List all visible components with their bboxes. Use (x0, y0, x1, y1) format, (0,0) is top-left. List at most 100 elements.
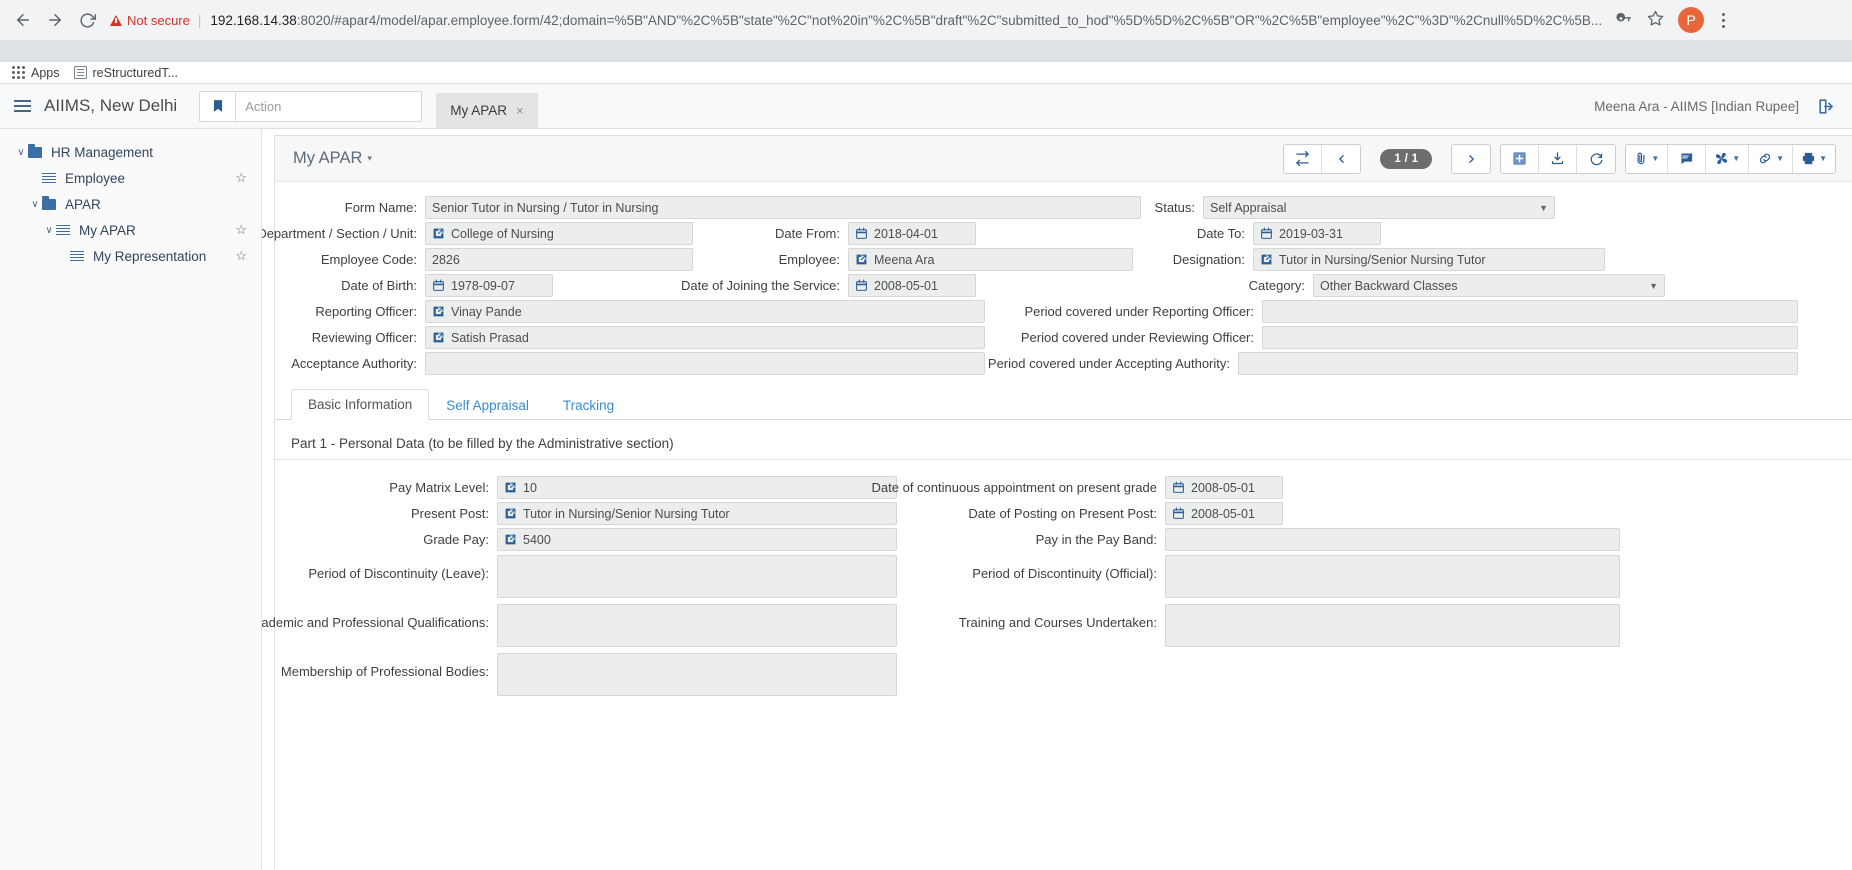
apps-shortcut[interactable]: Apps (12, 66, 60, 80)
external-link-icon[interactable] (504, 481, 517, 494)
department-field[interactable]: College of Nursing (425, 222, 693, 245)
browser-menu-icon[interactable] (1718, 12, 1729, 28)
logout-icon[interactable] (1817, 97, 1836, 116)
tab-self-appraisal[interactable]: Self Appraisal (429, 389, 546, 420)
membership-label: Membership of Professional Bodies: (280, 664, 489, 679)
pay-in-band-field[interactable] (1165, 528, 1620, 551)
reporting-officer-label: Reporting Officer: (315, 304, 417, 319)
profile-avatar[interactable]: P (1678, 7, 1705, 33)
chevron-down-icon[interactable]: ∨ (42, 225, 56, 236)
bookmark-star-icon[interactable] (1647, 10, 1664, 30)
chevron-down-icon[interactable]: ∨ (14, 147, 28, 158)
reviewing-officer-label: Reviewing Officer: (311, 330, 417, 345)
external-link-icon[interactable] (432, 305, 445, 318)
list-icon (42, 172, 56, 184)
tab-tracking[interactable]: Tracking (546, 389, 631, 420)
pay-matrix-field[interactable]: 10 (497, 476, 897, 499)
note-button[interactable] (1668, 144, 1707, 173)
acceptance-authority-label: Acceptance Authority: (291, 356, 417, 371)
next-record-button[interactable] (1452, 144, 1491, 173)
calendar-icon[interactable] (1172, 507, 1185, 520)
calendar-icon[interactable] (855, 227, 868, 240)
calendar-icon[interactable] (855, 279, 868, 292)
favorite-star-icon[interactable]: ☆ (235, 248, 247, 264)
membership-field[interactable] (497, 653, 897, 696)
continuous-appointment-label: Date of continuous appointment on presen… (871, 480, 1157, 495)
sidebar-item-employee[interactable]: Employee ☆ (0, 165, 261, 191)
forward-button[interactable] (40, 5, 70, 35)
acceptance-authority-field[interactable] (425, 352, 985, 375)
form-title-dropdown[interactable]: My APAR ▾ (293, 149, 372, 168)
external-link-icon[interactable] (432, 331, 445, 344)
app-tabs: My APAR × (436, 84, 538, 128)
reload-button[interactable] (1577, 144, 1616, 173)
previous-record-button[interactable] (1322, 144, 1361, 173)
sidebar-item-my-representation[interactable]: My Representation ☆ (0, 243, 261, 269)
date-to-field[interactable]: 2019-03-31 (1253, 222, 1381, 245)
favorite-star-icon[interactable]: ☆ (235, 222, 247, 238)
period-reporting-field[interactable] (1262, 300, 1798, 323)
sidebar-item-hr-management[interactable]: ∨ HR Management (0, 139, 261, 165)
sidebar-item-my-apar[interactable]: ∨ My APAR ☆ (0, 217, 261, 243)
external-link-icon[interactable] (504, 533, 517, 546)
discontinuity-official-field[interactable] (1165, 555, 1620, 598)
date-posting-field[interactable]: 2008-05-01 (1165, 502, 1283, 525)
reviewing-officer-field[interactable]: Satish Prasad (425, 326, 985, 349)
continuous-appointment-field[interactable]: 2008-05-01 (1165, 476, 1283, 499)
employee-field[interactable]: Meena Ara (848, 248, 1133, 271)
bookmark-restructuredtext[interactable]: reStructuredT... (73, 66, 178, 80)
qualifications-field[interactable] (497, 604, 897, 647)
employee-code-field[interactable]: 2826 (425, 248, 693, 271)
app-tab-my-apar[interactable]: My APAR × (436, 93, 538, 128)
external-link-icon[interactable] (1260, 253, 1273, 266)
bookmark-icon[interactable] (200, 91, 237, 121)
category-select[interactable]: Other Backward Classes ▼ (1313, 274, 1665, 297)
reporting-officer-value: Vinay Pande (451, 304, 522, 319)
action-button[interactable]: ▼ (1706, 144, 1750, 173)
calendar-icon[interactable] (1260, 227, 1273, 240)
form-row: Period of Discontinuity (Leave): Period … (275, 555, 1852, 598)
export-button[interactable] (1539, 144, 1578, 173)
calendar-icon[interactable] (432, 279, 445, 292)
app-brand: AIIMS, New Delhi (44, 96, 178, 115)
period-reviewing-field[interactable] (1262, 326, 1798, 349)
swap-button[interactable] (1284, 144, 1323, 173)
new-record-button[interactable] (1501, 144, 1540, 173)
calendar-icon[interactable] (1172, 481, 1185, 494)
external-link-icon[interactable] (504, 507, 517, 520)
address-bar[interactable]: Not secure | 192.168.14.38:8020/#apar4/m… (110, 6, 1844, 34)
dob-field[interactable]: 1978-09-07 (425, 274, 553, 297)
tab-basic-information[interactable]: Basic Information (291, 389, 430, 420)
present-post-field[interactable]: Tutor in Nursing/Senior Nursing Tutor (497, 502, 897, 525)
period-accepting-field[interactable] (1238, 352, 1798, 375)
grade-pay-field[interactable]: 5400 (497, 528, 897, 551)
chevron-down-icon[interactable]: ∨ (28, 199, 42, 210)
training-field[interactable] (1165, 604, 1620, 647)
form-name-field[interactable]: Senior Tutor in Nursing / Tutor in Nursi… (425, 196, 1141, 219)
status-select[interactable]: Self Appraisal ▼ (1203, 196, 1555, 219)
action-input[interactable] (236, 91, 422, 121)
menu-toggle-icon[interactable] (0, 84, 44, 128)
action-search-wrap (199, 84, 423, 128)
sidebar-item-apar[interactable]: ∨ APAR (0, 191, 261, 217)
close-icon[interactable]: × (516, 103, 524, 118)
doj-field[interactable]: 2008-05-01 (848, 274, 976, 297)
password-key-icon[interactable] (1616, 10, 1633, 30)
not-secure-indicator[interactable]: Not secure (110, 13, 190, 28)
reload-page-button[interactable] (72, 5, 102, 35)
favorite-star-icon[interactable]: ☆ (235, 170, 247, 186)
discontinuity-leave-field[interactable] (497, 555, 897, 598)
chevron-down-icon: ▼ (1651, 154, 1660, 163)
external-link-icon[interactable] (855, 253, 868, 266)
form-row: Membership of Professional Bodies: (275, 653, 1852, 696)
print-button[interactable]: ▼ (1793, 144, 1835, 173)
designation-field[interactable]: Tutor in Nursing/Senior Nursing Tutor (1253, 248, 1605, 271)
attachment-button[interactable]: ▼ (1626, 144, 1669, 173)
link-button[interactable]: ▼ (1749, 144, 1794, 173)
back-button[interactable] (8, 5, 38, 35)
employee-code-value: 2826 (432, 252, 460, 267)
external-link-icon[interactable] (432, 227, 445, 240)
reporting-officer-field[interactable]: Vinay Pande (425, 300, 985, 323)
date-from-field[interactable]: 2018-04-01 (848, 222, 976, 245)
chevron-down-icon: ▾ (367, 153, 372, 163)
